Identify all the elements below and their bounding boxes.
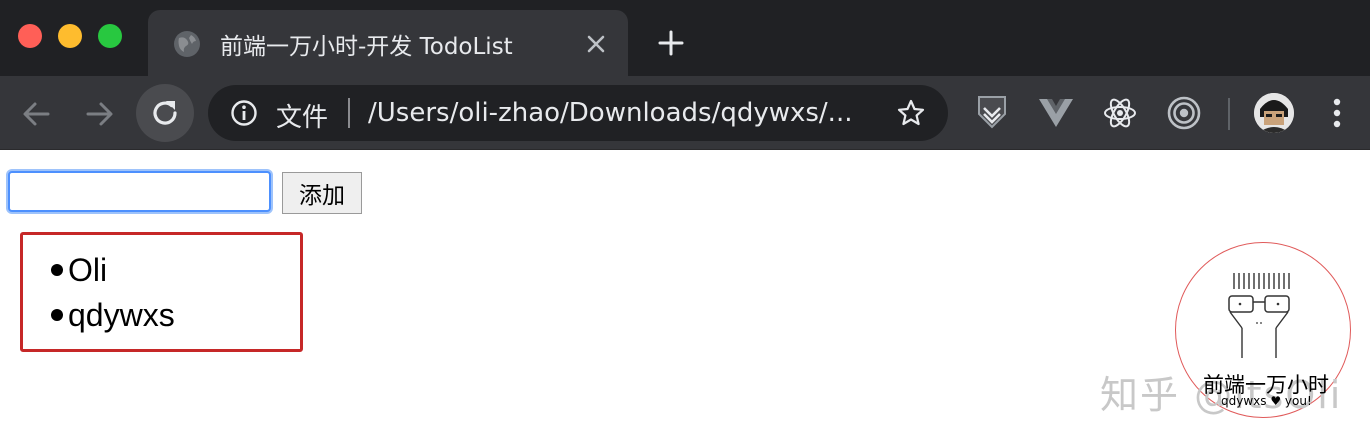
profile-avatar[interactable]	[1254, 93, 1294, 133]
url-text[interactable]: /Users/oli-zhao/Downloads/qdywxs/...	[368, 98, 852, 128]
url-scheme-label: 文件	[276, 103, 329, 133]
reload-icon	[153, 101, 177, 125]
title-bar: 前端一万小时-开发 TodoList	[0, 0, 1370, 76]
address-bar[interactable]: 文件 /Users/oli-zhao/Downloads/qdywxs/...	[208, 85, 948, 141]
toolbar-divider	[1228, 98, 1230, 130]
info-icon[interactable]	[230, 99, 258, 127]
list-item: Oli	[51, 248, 175, 293]
browser-tab[interactable]: 前端一万小时-开发 TodoList	[148, 10, 628, 76]
react-devtools-icon[interactable]	[1102, 96, 1138, 130]
browser-toolbar: 文件 /Users/oli-zhao/Downloads/qdywxs/...	[0, 76, 1370, 150]
address-separator	[348, 98, 350, 128]
mascot-face-icon	[1228, 273, 1290, 358]
tab-title: 前端一万小时-开发 TodoList	[220, 34, 513, 60]
vue-devtools-icon[interactable]	[1038, 98, 1074, 128]
todo-list: Oli qdywxs	[51, 248, 175, 338]
avatar-image-icon	[1254, 93, 1294, 133]
minimize-window-button[interactable]	[58, 24, 82, 48]
close-window-button[interactable]	[18, 24, 42, 48]
forward-arrow-icon[interactable]	[84, 98, 116, 130]
reload-button[interactable]	[136, 84, 194, 142]
close-tab-icon[interactable]	[584, 32, 608, 56]
back-arrow-icon[interactable]	[20, 98, 52, 130]
target-extension-icon[interactable]	[1166, 95, 1202, 131]
maximize-window-button[interactable]	[98, 24, 122, 48]
todo-input[interactable]	[8, 171, 271, 212]
list-item: qdywxs	[51, 293, 175, 338]
dark-shield-extension-icon[interactable]	[976, 94, 1008, 130]
more-menu-icon[interactable]	[1330, 96, 1344, 130]
globe-icon	[174, 31, 200, 57]
add-button[interactable]: 添加	[282, 172, 362, 214]
star-icon[interactable]	[896, 98, 926, 128]
watermark-subtitle: qdywxs ♥ you!	[1221, 394, 1312, 408]
plus-icon[interactable]	[656, 28, 686, 58]
